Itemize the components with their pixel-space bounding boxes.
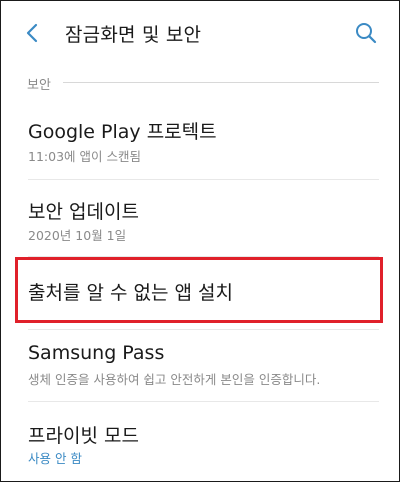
back-button[interactable] [15,16,49,50]
list-divider [28,329,379,330]
item-title: Google Play 프로텍트 [28,121,217,143]
list-item-google-play-protect[interactable]: Google Play 프로텍트 11:03에 앱이 스캔됨 [1,101,399,173]
item-subtitle: 사용 안 함 [28,451,82,466]
section-divider [63,82,379,83]
list-divider [28,401,379,402]
list-item-security-update[interactable]: 보안 업데이트 2020년 10월 1일 [1,183,399,255]
highlight-box [15,257,383,323]
search-icon [356,23,377,44]
app-bar: 잠금화면 및 보안 [1,1,399,63]
search-button[interactable] [349,16,383,50]
item-title: Samsung Pass [28,342,165,364]
item-title: 프라이빗 모드 [28,425,139,447]
list-divider [28,179,379,180]
item-subtitle: 11:03에 앱이 스캔됨 [28,149,141,164]
screen: 잠금화면 및 보안 보안 Google Play 프로텍트 11:03에 앱이 … [0,0,400,482]
item-title: 보안 업데이트 [28,201,139,223]
list-item-samsung-pass[interactable]: Samsung Pass 생체 인증을 사용하여 쉽고 안전하게 본인을 인증합… [1,331,399,401]
section-header-security: 보안 [27,78,51,93]
item-subtitle: 생체 인증을 사용하여 쉽고 안전하게 본인을 인증합니다. [28,372,321,387]
item-subtitle: 2020년 10월 1일 [28,228,127,243]
list-item-private-mode[interactable]: 프라이빗 모드 사용 안 함 [1,405,399,481]
page-title: 잠금화면 및 보안 [65,24,202,46]
chevron-left-icon [26,23,38,43]
